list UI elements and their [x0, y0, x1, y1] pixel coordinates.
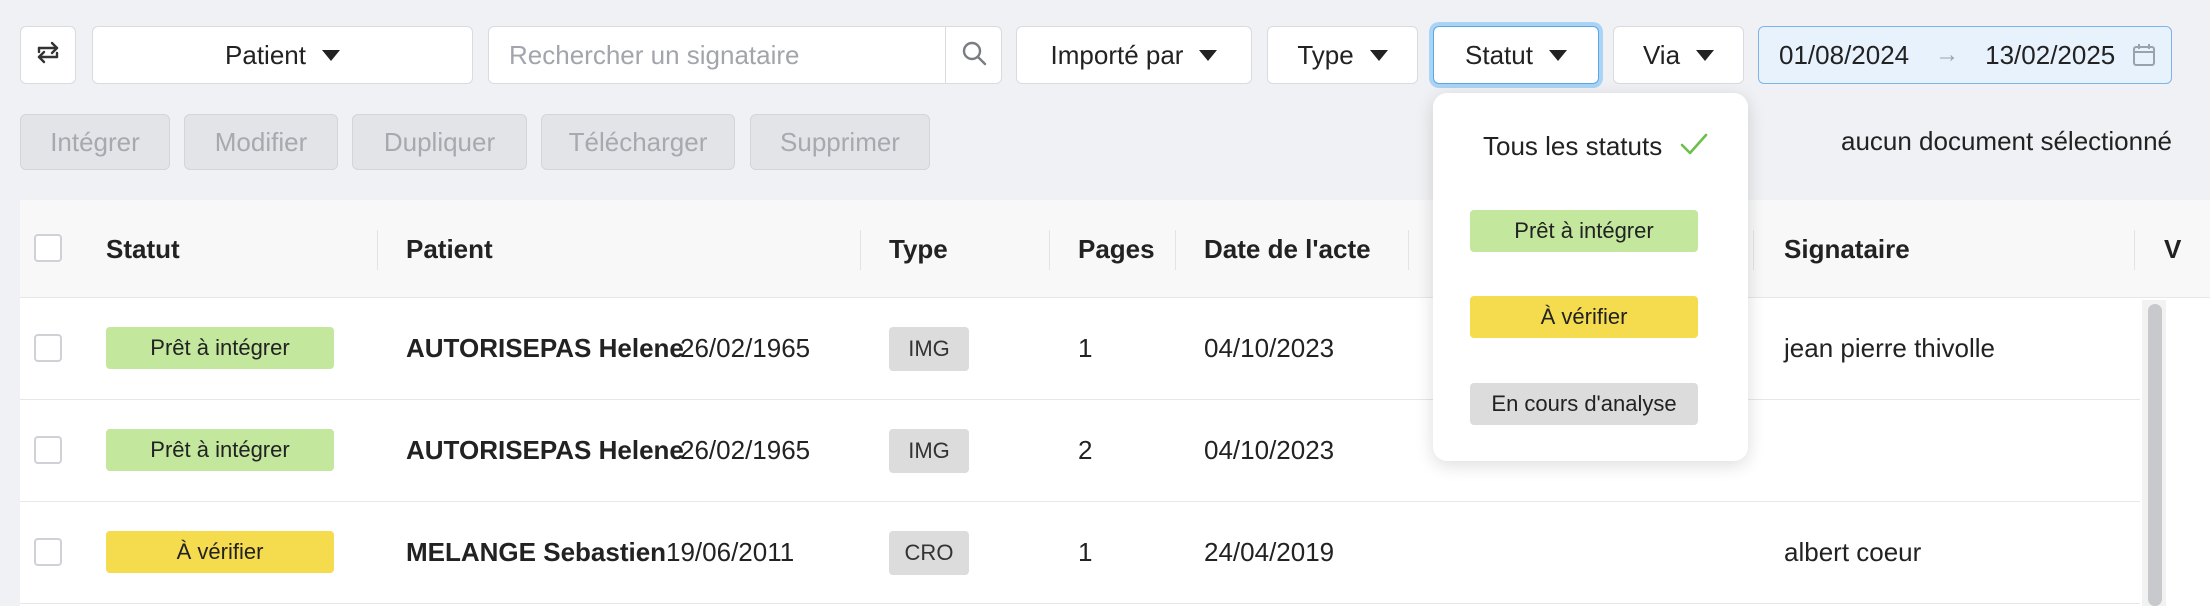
- chevron-down-icon: [1548, 49, 1567, 61]
- signatory: albert coeur: [1784, 537, 1922, 567]
- search-button[interactable]: [945, 27, 1003, 83]
- documents-table: Statut Patient Type Pages Date de l'acte…: [20, 200, 2210, 606]
- type-chip: IMG: [889, 327, 969, 371]
- type-chip: IMG: [889, 429, 969, 473]
- header-signatory[interactable]: Signataire: [1784, 234, 1910, 265]
- date-range-picker[interactable]: 01/08/2024 → 13/02/2025: [1758, 26, 2172, 84]
- row-checkbox[interactable]: [34, 538, 62, 566]
- table-row[interactable]: Prêt à intégrer AUTORISEPAS Helene 26/02…: [20, 400, 2140, 502]
- table-row[interactable]: À vérifier MELANGE Sebastien 19/06/2011 …: [20, 502, 2140, 604]
- date-to[interactable]: 13/02/2025: [1985, 40, 2115, 71]
- download-button[interactable]: Télécharger: [541, 114, 735, 170]
- column-divider: [860, 230, 861, 270]
- patient-birthdate: 26/02/1965: [680, 435, 811, 465]
- select-all-checkbox[interactable]: [34, 234, 62, 262]
- act-date: 24/04/2019: [1204, 537, 1335, 567]
- modify-button[interactable]: Modifier: [184, 114, 338, 170]
- header-extra[interactable]: V: [2164, 234, 2181, 265]
- status-badge: Prêt à intégrer: [106, 429, 334, 471]
- status-option-ready[interactable]: Prêt à intégrer: [1470, 210, 1698, 252]
- chevron-down-icon: [321, 49, 340, 61]
- type-filter-button[interactable]: Type: [1267, 26, 1418, 84]
- table-row[interactable]: Prêt à intégrer AUTORISEPAS Helene 26/02…: [20, 298, 2140, 400]
- selection-info: aucun document sélectionné: [1840, 126, 2172, 156]
- delete-button[interactable]: Supprimer: [750, 114, 930, 170]
- imported-by-label: Importé par: [1050, 39, 1184, 70]
- header-status[interactable]: Statut: [106, 234, 180, 265]
- column-divider: [1049, 230, 1050, 270]
- patient-birthdate: 26/02/1965: [680, 333, 811, 363]
- column-divider: [2134, 230, 2135, 270]
- status-option-to-verify[interactable]: À vérifier: [1470, 296, 1698, 338]
- date-from[interactable]: 01/08/2024: [1779, 40, 1909, 71]
- date-arrow-icon: →: [1935, 41, 1960, 68]
- search-input[interactable]: [489, 27, 945, 83]
- header-date[interactable]: Date de l'acte: [1204, 234, 1371, 265]
- status-filter-button[interactable]: Statut: [1433, 26, 1599, 84]
- column-divider: [1408, 230, 1409, 270]
- status-option-analyzing[interactable]: En cours d'analyse: [1470, 383, 1698, 425]
- status-filter-label: Statut: [1465, 39, 1533, 70]
- status-dropdown-menu: Tous les statuts Prêt à intégrer À vérif…: [1433, 93, 1748, 461]
- pages-count: 1: [1078, 333, 1093, 363]
- chevron-down-icon: [1199, 49, 1218, 61]
- refresh-icon: [33, 37, 63, 74]
- check-icon: [1679, 129, 1709, 164]
- column-divider: [377, 230, 378, 270]
- patient-name: AUTORISEPAS Helene: [406, 333, 684, 363]
- type-chip: CRO: [889, 531, 969, 575]
- status-option-all[interactable]: Tous les statuts: [1483, 131, 1662, 162]
- type-filter-label: Type: [1297, 39, 1354, 70]
- status-badge: Prêt à intégrer: [106, 327, 334, 369]
- header-patient[interactable]: Patient: [406, 234, 493, 265]
- search-icon: [960, 39, 988, 72]
- row-checkbox[interactable]: [34, 334, 62, 362]
- row-checkbox[interactable]: [34, 436, 62, 464]
- integrate-button[interactable]: Intégrer: [20, 114, 170, 170]
- patient-name: AUTORISEPAS Helene: [406, 435, 684, 465]
- patient-name: MELANGE Sebastien: [406, 537, 667, 567]
- status-badge: À vérifier: [106, 531, 334, 573]
- calendar-icon[interactable]: [2131, 42, 2157, 68]
- refresh-button[interactable]: [20, 26, 76, 84]
- table-header: Statut Patient Type Pages Date de l'acte…: [20, 200, 2210, 298]
- chevron-down-icon: [1369, 49, 1388, 61]
- via-filter-button[interactable]: Via: [1613, 26, 1744, 84]
- signatory-search: [488, 26, 1002, 84]
- patient-birthdate: 19/06/2011: [666, 537, 795, 567]
- via-filter-label: Via: [1642, 39, 1681, 70]
- signatory: jean pierre thivolle: [1784, 333, 1996, 363]
- column-divider: [1753, 230, 1754, 270]
- header-pages[interactable]: Pages: [1078, 234, 1155, 265]
- act-date: 04/10/2023: [1204, 435, 1335, 465]
- header-type[interactable]: Type: [889, 234, 948, 265]
- imported-by-filter-button[interactable]: Importé par: [1016, 26, 1252, 84]
- chevron-down-icon: [1696, 49, 1715, 61]
- duplicate-button[interactable]: Dupliquer: [352, 114, 527, 170]
- patient-filter-label: Patient: [225, 39, 306, 70]
- scrollbar-thumb[interactable]: [2148, 304, 2162, 606]
- act-date: 04/10/2023: [1204, 333, 1335, 363]
- patient-filter-button[interactable]: Patient: [92, 26, 473, 84]
- pages-count: 2: [1078, 435, 1093, 465]
- column-divider: [1175, 230, 1176, 270]
- pages-count: 1: [1078, 537, 1093, 567]
